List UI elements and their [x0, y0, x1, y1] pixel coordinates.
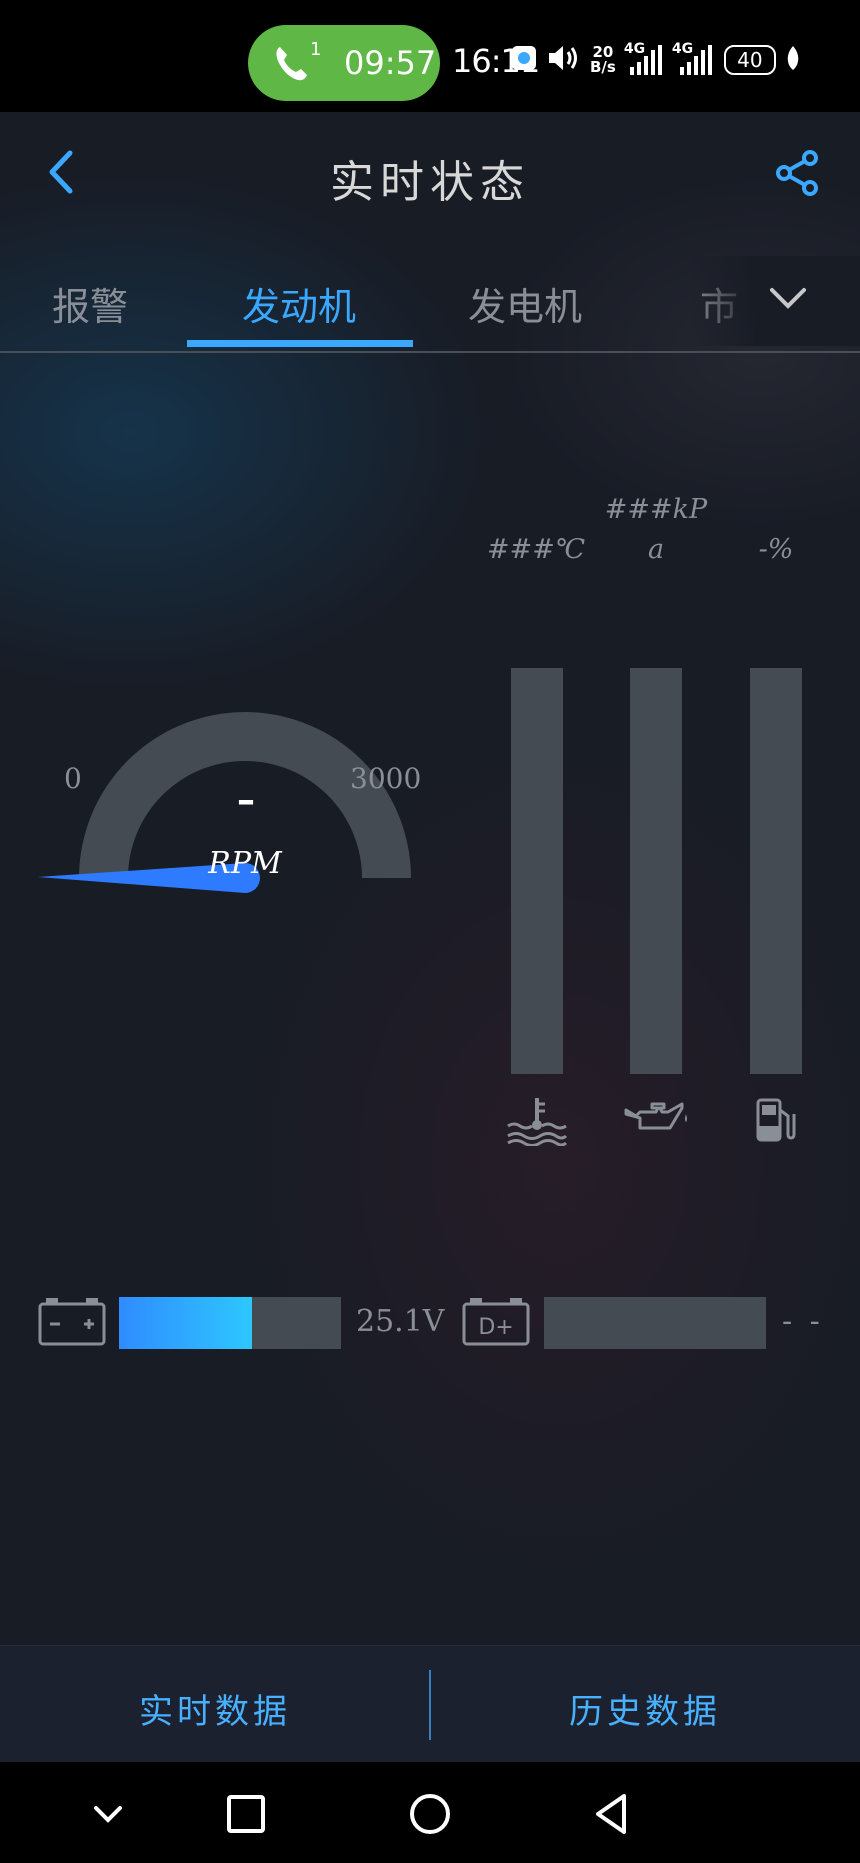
nav-recents-button[interactable]: [218, 1786, 274, 1842]
tab-engine[interactable]: 发动机: [242, 276, 356, 331]
chevron-down-icon: [94, 1806, 122, 1823]
tab-divider: [0, 351, 860, 353]
circle-icon: [410, 1794, 450, 1834]
battery-voltage-value: 25.1V: [356, 1304, 445, 1339]
d-plus-icon-label: D+: [478, 1315, 513, 1340]
coolant-temp-label: ###℃: [476, 490, 596, 570]
d-plus-icon: D+: [462, 1298, 530, 1348]
tab-bar: 报警 发动机 发电机 市: [0, 256, 860, 352]
tab-alarm[interactable]: 报警: [52, 276, 128, 331]
chevron-down-icon: [770, 288, 806, 309]
sim1-label: 4G: [623, 41, 646, 57]
tab-more-button[interactable]: [766, 276, 810, 320]
battery-indicator: 40: [723, 45, 776, 75]
call-duration: 09:57: [344, 44, 437, 82]
phone-icon: 1: [270, 39, 321, 85]
oil-pressure-icon: [622, 1096, 692, 1146]
sim2-label: 4G: [671, 41, 694, 57]
bottom-action-bar: 实时数据 历史数据: [0, 1645, 860, 1763]
page-title: 实时状态: [330, 157, 530, 208]
app-screen: 实时状态 报警 发动机 发电机 市 0 3000 – RPM ###℃: [0, 112, 860, 1763]
nav-home-button[interactable]: [402, 1786, 458, 1842]
history-data-button[interactable]: 历史数据: [430, 1684, 860, 1733]
triangle-back-icon: [596, 1794, 626, 1834]
call-count: 1: [310, 39, 322, 60]
gauge-max-label: 3000: [350, 762, 422, 795]
share-icon: [776, 150, 818, 196]
top-bar: 实时状态: [0, 112, 860, 234]
nav-hide-button[interactable]: [80, 1786, 136, 1842]
fuel-level-label: -%: [716, 490, 836, 570]
volume-icon: [546, 43, 582, 77]
fuel-pump-icon: [742, 1096, 812, 1146]
oil-pressure-unit-tail: a: [647, 534, 665, 565]
nav-back-button[interactable]: [584, 1786, 640, 1842]
battery-voltage-bar-fill: [119, 1297, 253, 1349]
coolant-temp-bar: [511, 668, 563, 1074]
rpm-unit: RPM: [208, 846, 282, 881]
ongoing-call-pill[interactable]: 1 09:57: [248, 25, 440, 101]
oil-pressure-value: ###kP: [604, 494, 708, 525]
leaf-icon: [784, 44, 802, 76]
rpm-value: –: [237, 780, 255, 821]
status-icons: 20 B/s 4G 4G 40: [510, 40, 802, 80]
battery-icon: [38, 1298, 106, 1348]
d-plus-value: - -: [782, 1304, 824, 1339]
network-speed: 20 B/s: [590, 45, 616, 75]
share-button[interactable]: [772, 148, 822, 198]
battery-voltage-bar: [119, 1297, 341, 1349]
signal-sim1-icon: 4G: [623, 41, 664, 77]
square-icon: [227, 1795, 265, 1833]
status-bar: 1 09:57 16:11 20 B/s 4G 4G 40: [0, 0, 860, 112]
system-nav-bar: [0, 1762, 860, 1863]
oil-pressure-bar: [630, 668, 682, 1074]
fuel-level-bar: [750, 668, 802, 1074]
realtime-data-button[interactable]: 实时数据: [0, 1684, 430, 1733]
net-speed-unit: B/s: [590, 58, 616, 76]
pinwheel-icon: [510, 44, 538, 76]
coolant-temp-value: ###℃: [486, 534, 586, 565]
gauge-min-label: 0: [64, 762, 82, 795]
d-plus-bar: [544, 1297, 766, 1349]
fuel-level-value: -%: [758, 534, 794, 565]
tab-generator[interactable]: 发电机: [468, 276, 582, 331]
active-tab-indicator: [187, 340, 413, 347]
signal-sim2-icon: 4G: [671, 41, 716, 77]
oil-pressure-label: ###kP a: [596, 490, 716, 570]
coolant-temperature-icon: [502, 1096, 572, 1147]
